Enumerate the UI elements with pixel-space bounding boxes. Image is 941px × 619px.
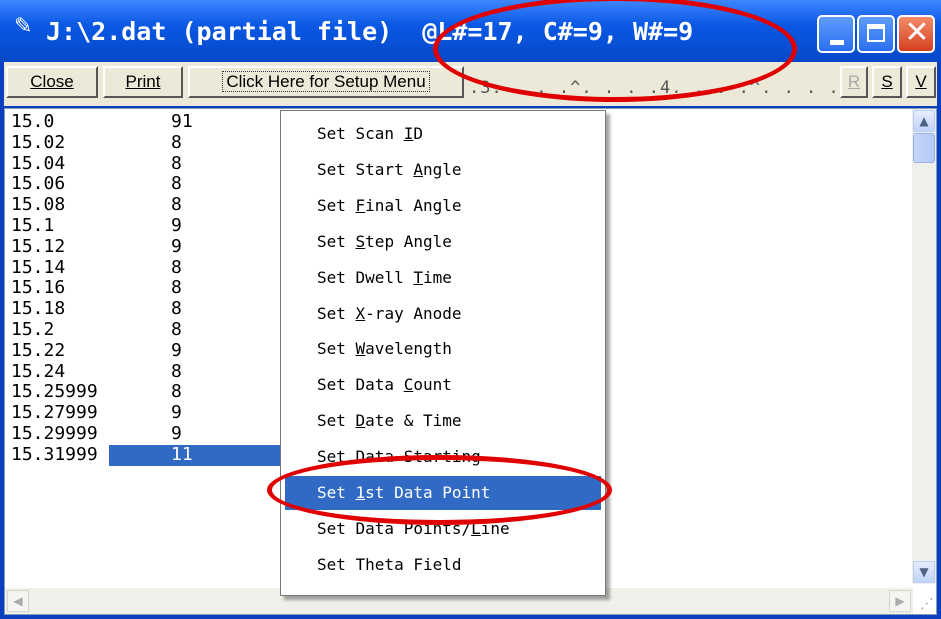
v-button[interactable]: V	[906, 66, 936, 98]
menu-item-set-data-count[interactable]: Set Data Count	[285, 368, 601, 402]
angle-value: 15.14	[11, 256, 66, 278]
count-value: 8	[171, 173, 182, 195]
scroll-left-icon[interactable]: ◀	[7, 590, 29, 612]
angle-value: 15.12	[11, 235, 66, 257]
count-value: 91	[171, 111, 193, 132]
print-button[interactable]: Print	[103, 66, 183, 98]
scroll-down-icon[interactable]: ▼	[913, 561, 935, 583]
angle-value: 15.24	[11, 360, 66, 382]
menu-item-set-final-angle[interactable]: Set Final Angle	[285, 189, 601, 223]
menu-item-set-step-angle[interactable]: Set Step Angle	[285, 225, 601, 259]
app-window: ✎ J:\2.dat (partial file) @L#=17, C#=9, …	[0, 0, 941, 619]
menu-item-set-dwell-time[interactable]: Set Dwell Time	[285, 261, 601, 295]
close-button[interactable]: Close	[6, 66, 98, 98]
angle-value: 15.29999	[11, 422, 98, 444]
setup-dropdown-menu: Set Scan ID Set Start Angle Set Final Angl…	[280, 110, 606, 596]
angle-value: 15.22	[11, 339, 66, 361]
count-value: 8	[171, 152, 182, 174]
angle-value: 15.04	[11, 152, 66, 174]
count-value: 8	[171, 194, 182, 216]
angle-value: 15.16	[11, 277, 66, 299]
menu-item-set-data-starting[interactable]: Set Data Starting	[285, 440, 601, 474]
column-ruler: .3. . . .^. . . .4. . . .^. . . .5	[469, 78, 851, 98]
setup-menu-label: Click Here for Setup Menu	[222, 71, 430, 92]
menu-item-set-data-points-line[interactable]: Set Data Points/Line	[285, 512, 601, 546]
angle-value: 15.25999	[11, 381, 98, 403]
menu-item-set-theta-field[interactable]: Set Theta Field	[285, 548, 601, 582]
scroll-thumb[interactable]	[913, 133, 935, 163]
close-icon: ✕	[904, 15, 930, 50]
count-value: 8	[171, 277, 182, 299]
menu-item-set-x-ray-anode[interactable]: Set X-ray Anode	[285, 297, 601, 331]
count-value: 9	[171, 339, 182, 361]
document-icon: ✎	[14, 14, 33, 39]
menu-item-set-1st-data-point[interactable]: Set 1st Data Point	[285, 476, 601, 510]
angle-value: 15.18	[11, 298, 66, 320]
angle-value: 15.02	[11, 131, 66, 153]
count-value: 8	[171, 360, 182, 382]
maximize-button[interactable]	[857, 15, 895, 53]
menu-item-set-date-time[interactable]: Set Date & Time	[285, 404, 601, 438]
angle-value: 15.27999	[11, 402, 98, 424]
angle-value: 15.31999	[11, 443, 98, 465]
count-value: 9	[171, 402, 182, 424]
count-value: 11	[171, 443, 193, 465]
minimize-icon	[830, 40, 844, 45]
window-title: J:\2.dat (partial file) @L#=17, C#=9, W#…	[46, 17, 694, 46]
menu-item-set-scan-id[interactable]: Set Scan ID	[285, 117, 601, 151]
count-value: 8	[171, 131, 182, 153]
angle-value: 15.06	[11, 173, 66, 195]
angle-value: 15.1	[11, 214, 55, 236]
angle-value: 15.2	[11, 318, 55, 340]
minimize-button[interactable]	[817, 15, 855, 53]
toolbar: Close Print Click Here for Setup Menu .3…	[4, 62, 937, 106]
title-bar[interactable]: ✎ J:\2.dat (partial file) @L#=17, C#=9, …	[0, 0, 941, 62]
close-window-button[interactable]: ✕	[897, 15, 935, 53]
angle-value: 15.08	[11, 194, 66, 216]
menu-item-set-start-angle[interactable]: Set Start Angle	[285, 153, 601, 187]
count-value: 9	[171, 235, 182, 257]
s-button[interactable]: S	[872, 66, 902, 98]
setup-menu-button[interactable]: Click Here for Setup Menu	[188, 66, 464, 98]
count-value: 9	[171, 214, 182, 236]
count-value: 8	[171, 298, 182, 320]
count-value: 8	[171, 381, 182, 403]
vertical-scrollbar[interactable]: ▲ ▼	[912, 109, 936, 584]
scroll-up-icon[interactable]: ▲	[913, 110, 935, 132]
count-value: 8	[171, 256, 182, 278]
count-value: 8	[171, 318, 182, 340]
angle-value: 15.0	[11, 111, 55, 132]
count-value: 9	[171, 422, 182, 444]
maximize-icon	[867, 24, 885, 42]
selection-highlight	[109, 444, 291, 466]
resize-grip-icon[interactable]: ⋰	[920, 596, 934, 612]
scroll-right-icon[interactable]: ▶	[889, 590, 911, 612]
r-button[interactable]: R	[840, 66, 868, 98]
menu-item-set-wavelength[interactable]: Set Wavelength	[285, 332, 601, 366]
